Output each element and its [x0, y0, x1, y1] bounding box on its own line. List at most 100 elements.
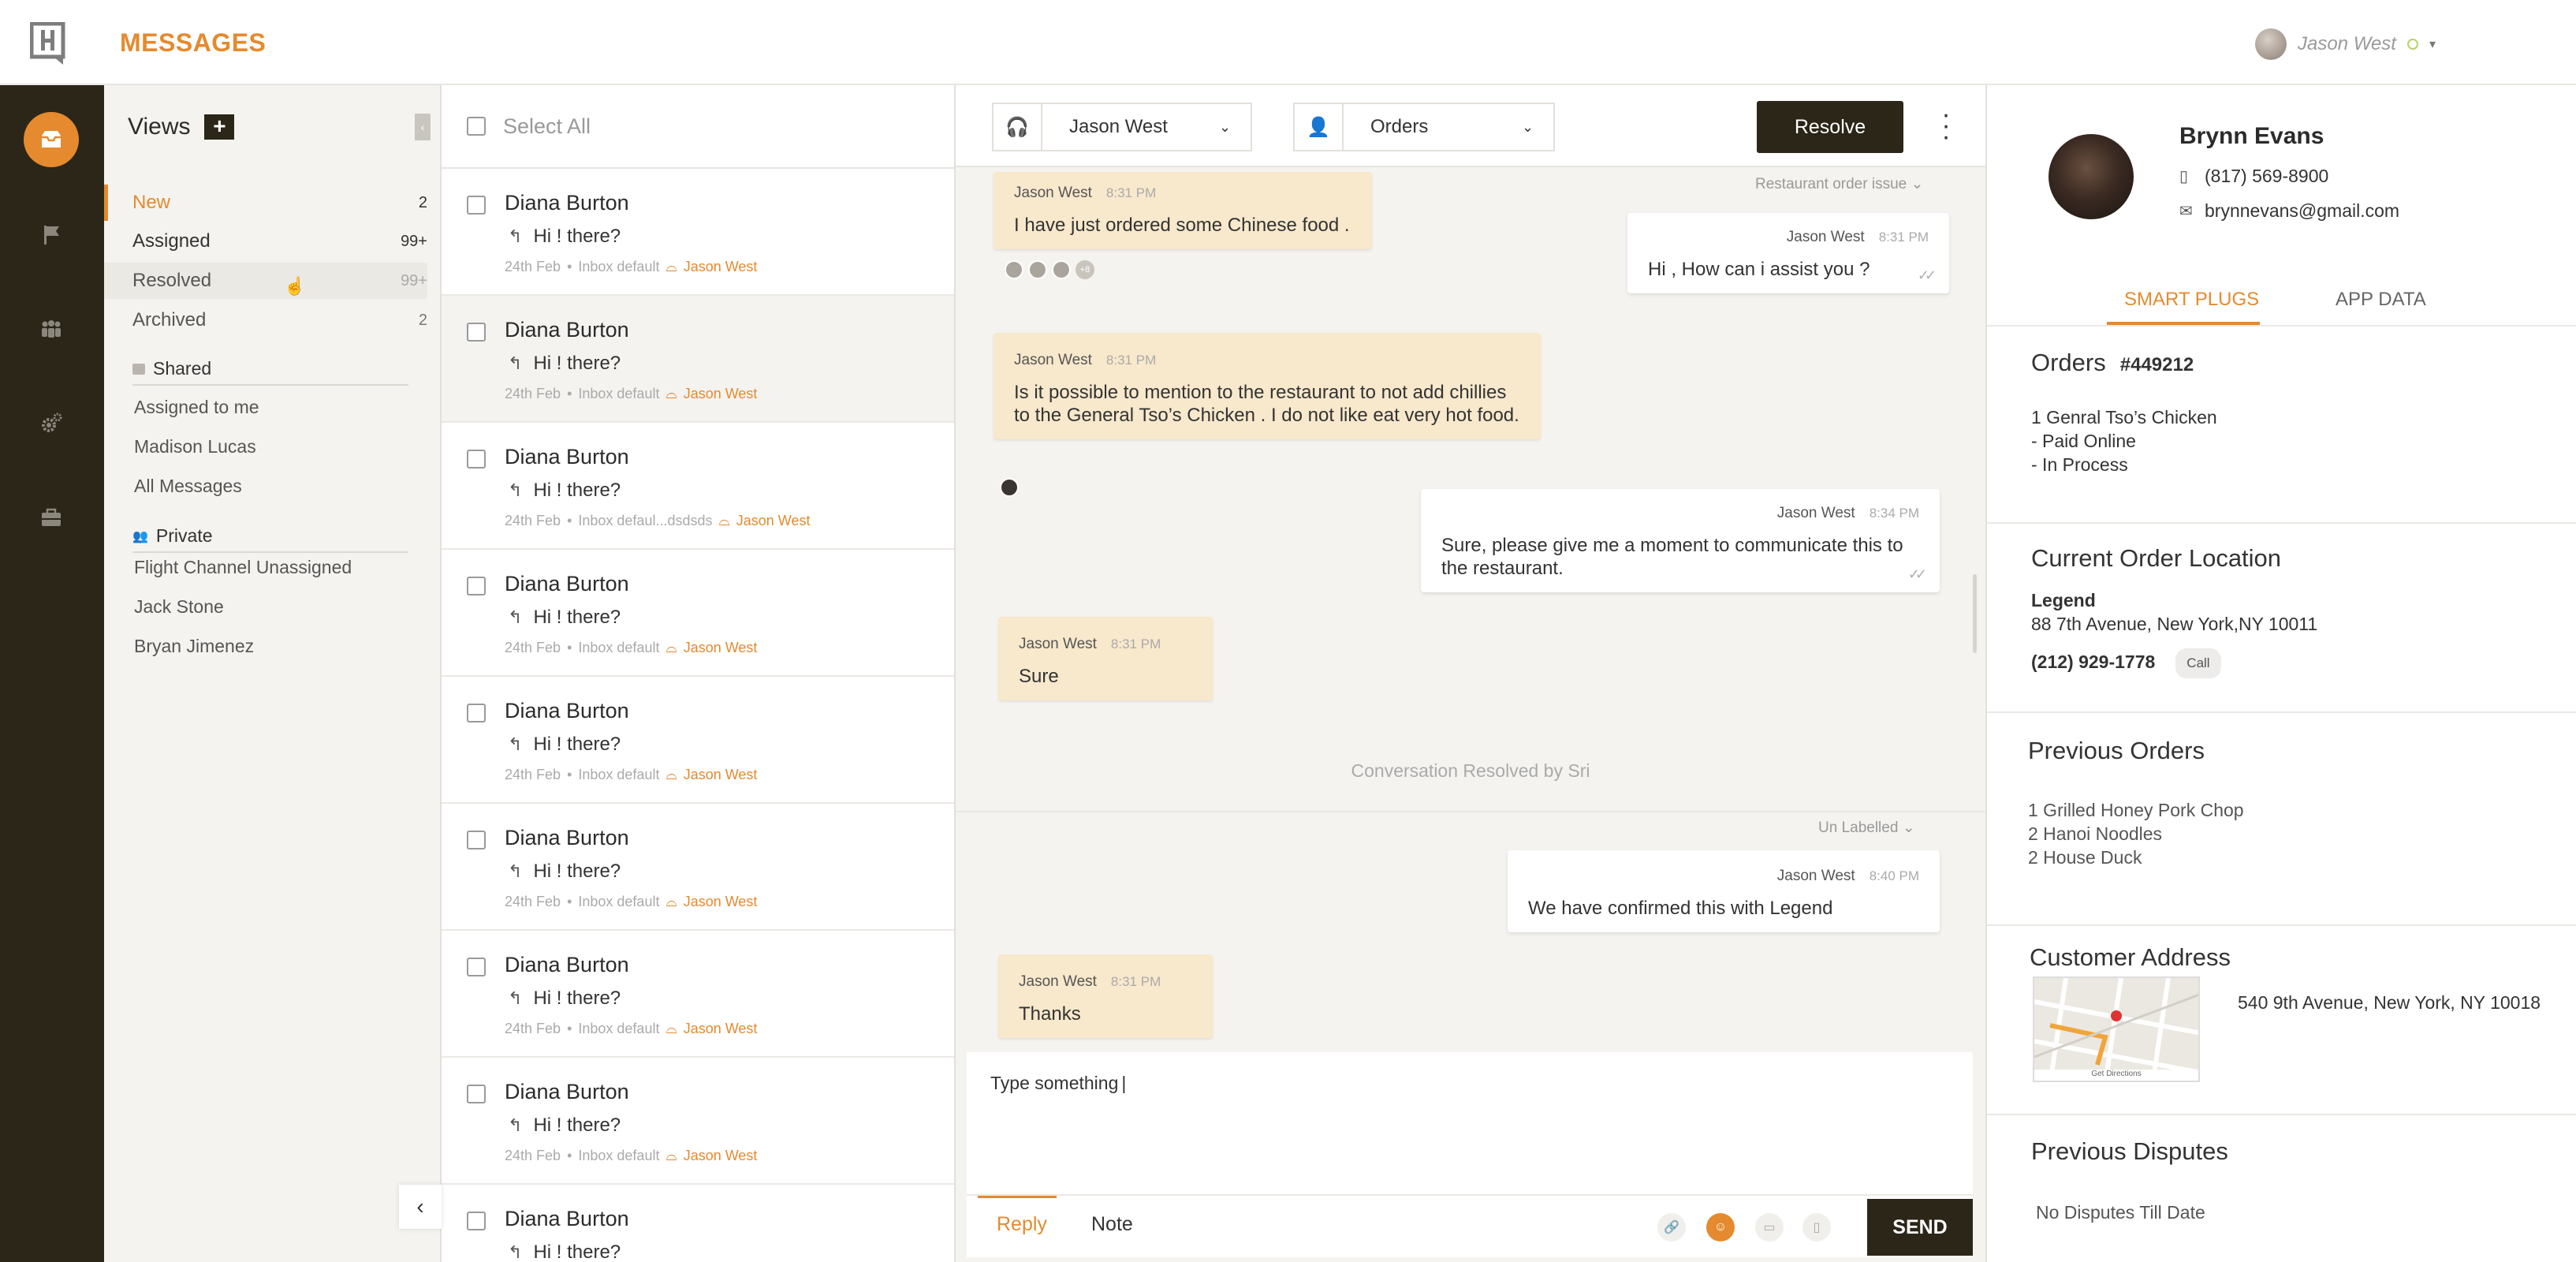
conversation-date: 24th Feb: [505, 640, 561, 655]
conversation-row[interactable]: Diana Burton ↰ Hi ! there? 24th Feb • Inbox d…: [442, 169, 954, 296]
conversation-label[interactable]: Un Labelled ⌄: [1818, 819, 1915, 837]
customer-email[interactable]: brynnevans@gmail.com: [2205, 200, 2399, 222]
conversation-date: 24th Feb: [505, 767, 561, 782]
row-checkbox[interactable]: [467, 1212, 486, 1230]
tab-app-data[interactable]: APP DATA: [2336, 289, 2426, 311]
row-checkbox[interactable]: [467, 196, 486, 215]
orders-title-text: Orders: [2031, 349, 2106, 376]
previous-order-item: 2 Hanoi Noodles: [2028, 823, 2163, 844]
view-item-archived[interactable]: Archived 2: [104, 302, 427, 338]
canned-response-icon[interactable]: ☺: [1706, 1213, 1735, 1241]
conversation-row[interactable]: Diana Burton ↰ Hi ! there? 24th Feb • Inbox d…: [442, 931, 954, 1058]
orders-card: Orders #449212 1 Genral Tso’s Chicken - P…: [1987, 328, 2576, 524]
order-details: 1 Genral Tso’s Chicken - Paid Online - I…: [2031, 405, 2217, 476]
conversation-date: 24th Feb: [505, 513, 561, 528]
message-input[interactable]: Type something: [990, 1073, 1126, 1094]
location-details: Legend 88 7th Avenue, New York,NY 10011 …: [2031, 588, 2317, 678]
flag-nav-button[interactable]: [24, 207, 79, 262]
message-author: Jason West: [1776, 868, 1855, 884]
order-location-card: Current Order Location Legend 88 7th Ave…: [1987, 524, 2576, 713]
shared-item[interactable]: Madison Lucas: [134, 436, 256, 457]
team-icon: [42, 320, 61, 338]
shared-item[interactable]: All Messages: [134, 476, 242, 497]
add-view-button[interactable]: +: [204, 114, 235, 140]
team-value: Orders: [1370, 116, 1429, 137]
private-section-title: Private: [155, 525, 213, 546]
conversation-row[interactable]: Diana Burton ↰ Hi ! there? 24th Feb • Inbox d…: [442, 804, 954, 931]
collapse-list-button[interactable]: ‹: [399, 1185, 442, 1229]
customer-tabs: SMART PLUGS APP DATA: [1987, 281, 2576, 327]
send-button[interactable]: SEND: [1867, 1199, 1973, 1256]
participant-avatar: [1005, 260, 1023, 279]
row-checkbox[interactable]: [467, 577, 486, 596]
attachment-icon[interactable]: ▯: [1802, 1213, 1831, 1241]
settings-nav-button[interactable]: [24, 396, 79, 451]
view-item-assigned[interactable]: Assigned 99+: [104, 223, 427, 259]
conversation-from: Diana Burton: [505, 1207, 629, 1230]
previous-order-item: 2 House Duck: [2028, 847, 2142, 868]
more-options-icon[interactable]: · · ·: [1941, 101, 1951, 150]
map-thumbnail[interactable]: Get Directions: [2033, 976, 2200, 1082]
view-item-new[interactable]: New 2: [104, 185, 427, 221]
conversation-row[interactable]: Diana Burton ↰ Hi ! there? 24th Feb • Inbox d…: [442, 1058, 954, 1185]
conversation-meta: 24th Feb • Inbox default ⌓ Jason West: [505, 259, 757, 275]
headset-icon: ⌓: [665, 386, 677, 401]
private-item[interactable]: Bryan Jimenez: [134, 636, 254, 657]
row-checkbox[interactable]: [467, 323, 486, 342]
address-title: Customer Address: [2030, 943, 2231, 971]
shared-item[interactable]: Assigned to me: [134, 397, 259, 418]
conversation-row[interactable]: Diana Burton ↰ Hi ! there? 24th Feb • Inbox d…: [442, 423, 954, 550]
order-number[interactable]: #449212: [2120, 354, 2194, 375]
tab-reply[interactable]: Reply: [997, 1213, 1047, 1236]
view-item-resolved[interactable]: Resolved 99+: [104, 263, 427, 299]
chevron-down-icon: ⌄: [1902, 820, 1915, 836]
select-all-checkbox[interactable]: [467, 117, 486, 136]
call-button[interactable]: Call: [2175, 648, 2221, 678]
headset-icon: 🎧: [993, 104, 1042, 150]
email-icon: ✉: [2179, 203, 2193, 220]
tab-note[interactable]: Note: [1091, 1213, 1133, 1236]
reply-icon: ↰: [508, 861, 523, 881]
row-checkbox[interactable]: [467, 450, 486, 469]
message-text: Hi , How can i assist you ?: [1648, 259, 1870, 280]
chevron-down-icon: ⌄: [1219, 118, 1232, 135]
inbox-nav-button[interactable]: [24, 112, 79, 167]
user-menu[interactable]: Jason West ▾: [2255, 28, 2436, 60]
conversation-row[interactable]: Diana Burton ↰ Hi ! there? 24th Feb • Inbox d…: [442, 550, 954, 677]
previous-orders-title: Previous Orders: [2028, 737, 2205, 764]
row-checkbox[interactable]: [467, 1085, 486, 1103]
team-nav-button[interactable]: [24, 301, 79, 357]
private-item[interactable]: Flight Channel Unassigned: [134, 557, 352, 578]
message-text: I have just ordered some Chinese food .: [1014, 215, 1350, 236]
resolve-button[interactable]: Resolve: [1757, 101, 1903, 153]
customer-phone[interactable]: (817) 569-8900: [2205, 166, 2328, 187]
separator-dot: •: [567, 386, 572, 401]
conversation-row[interactable]: Diana Burton ↰ Hi ! there? 24th Feb • Inbox d…: [442, 296, 954, 423]
chat-scrollbar[interactable]: [1973, 574, 1977, 653]
briefcase-nav-button[interactable]: [24, 491, 79, 546]
row-checkbox[interactable]: [467, 958, 486, 976]
app-logo-icon[interactable]: [30, 22, 68, 65]
tab-smart-plugs[interactable]: SMART PLUGS: [2124, 289, 2259, 311]
separator-dot: •: [567, 894, 572, 909]
link-icon[interactable]: 🔗: [1657, 1213, 1686, 1241]
conversation-preview: ↰ Hi ! there?: [508, 1241, 621, 1262]
assignee-dropdown[interactable]: 🎧 Jason West ⌄: [992, 103, 1252, 151]
conversation-preview: ↰ Hi ! there?: [508, 1115, 621, 1137]
row-checkbox[interactable]: [467, 704, 486, 722]
message-header: Jason West 8:31 PM: [1648, 226, 1929, 248]
conversation-row[interactable]: Diana Burton ↰ Hi ! there?: [442, 1185, 954, 1262]
collapse-views-button[interactable]: ‹: [415, 114, 431, 140]
message-text: Sure, please give me a moment to communi…: [1441, 535, 1903, 579]
preview-text: Hi ! there?: [533, 1115, 621, 1136]
private-item[interactable]: Jack Stone: [134, 596, 224, 618]
conversation-label[interactable]: Restaurant order issue ⌄: [1755, 175, 1923, 193]
conversation-row[interactable]: Diana Burton ↰ Hi ! there? 24th Feb • Inbox d…: [442, 677, 954, 804]
conversation-meta: 24th Feb • Inbox default ⌓ Jason West: [505, 386, 757, 402]
team-dropdown[interactable]: 👤 Orders ⌄: [1293, 103, 1555, 151]
conversation-preview: ↰ Hi ! there?: [508, 353, 621, 375]
row-checkbox[interactable]: [467, 831, 486, 849]
chat-bubble-icon[interactable]: ▭: [1755, 1213, 1784, 1241]
location-place: Legend: [2031, 590, 2096, 610]
participants-avatars[interactable]: +8: [1005, 260, 1094, 279]
